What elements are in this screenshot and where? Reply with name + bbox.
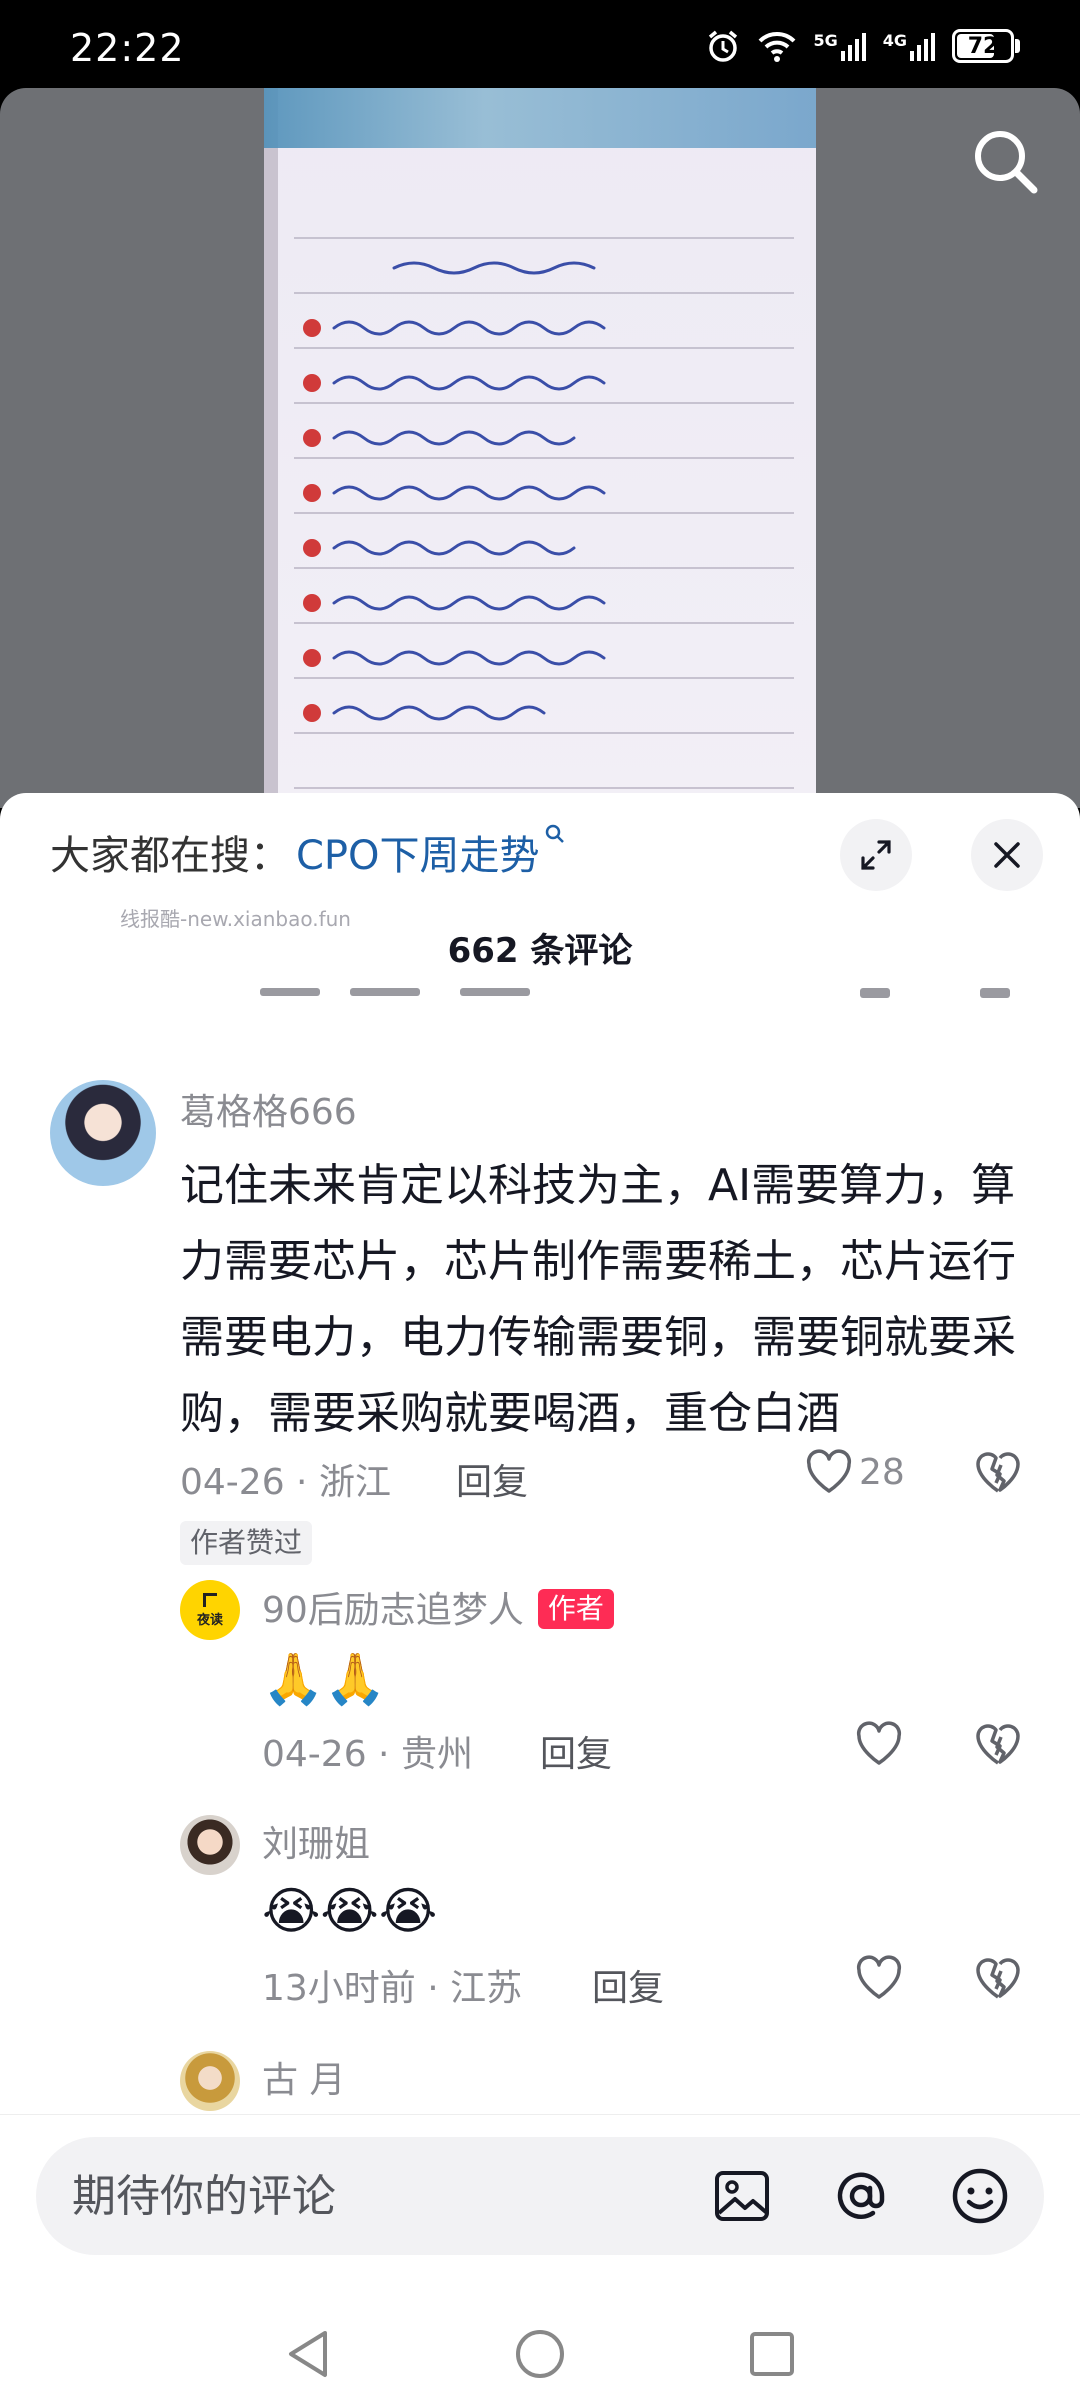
reply-button[interactable]: 回复 [456,1453,528,1505]
navigation-bar [0,2304,1080,2400]
broken-heart-icon [976,1452,1020,1493]
flag-icon [203,1592,217,1607]
avatar[interactable] [180,1815,240,1875]
close-button[interactable] [971,819,1043,891]
video-notebook-image [264,88,816,808]
avatar[interactable]: 夜读 [180,1580,240,1640]
wifi-icon [759,31,796,62]
signal-5g-label: 5G [813,31,838,50]
mention-button[interactable] [827,2162,895,2230]
at-icon [837,2172,885,2219]
close-icon [994,842,1020,868]
author-liked-tag: 作者赞过 [180,1521,313,1565]
signal-5g: 5G [813,31,866,61]
heart-icon [856,1955,902,1999]
fragment-glyphs [260,988,1010,998]
expand-icon [861,840,891,870]
video-player[interactable] [0,88,1080,808]
reply-button[interactable]: 回复 [592,1959,664,2011]
comment-sheet: 大家都在搜： CPO下周走势 线报酷-new.xianbao.fun 662 条评… [0,793,1080,2400]
like-button[interactable] [855,1721,903,1767]
comment-location: 浙江 [318,1462,391,1503]
home-icon [516,2330,564,2378]
image-icon [715,2171,769,2221]
signal-bars-icon [910,33,935,61]
avatar-label: 夜读 [196,1612,223,1628]
status-bar: 22:22 5G 4G 72 [0,0,1080,95]
battery: 72 [952,29,1020,63]
trending-prefix: 大家都在搜： [50,833,290,879]
trending-search[interactable]: 大家都在搜： CPO下周走势 [50,823,566,881]
heart-icon [806,1449,852,1493]
reply-username[interactable]: 古 月 [262,2051,345,2103]
home-button[interactable] [510,2324,570,2384]
reply-location: 贵州 [400,1734,473,1775]
image-button[interactable] [708,2162,776,2230]
comment-date: 04-26 [180,1462,285,1503]
author-badge: 作者 [537,1589,614,1629]
signal-4g-label: 4G [882,31,907,50]
comment-text: 记住未来肯定以科技为主，AI需要算力，算力需要芯片，芯片制作需要稀土，芯片运行需… [180,1160,1016,1439]
emoji-button[interactable] [946,2162,1014,2230]
notebook-lines [294,237,794,789]
alarm-icon [709,30,738,62]
comment-meta: 04-26 · 浙江 [180,1462,391,1503]
dislike-button[interactable] [974,1449,1022,1499]
comment-input-bar [0,2114,1080,2304]
battery-icon: 72 [952,29,1014,63]
like-button[interactable]: 28 [805,1449,905,1495]
dislike-button[interactable] [974,1721,1022,1771]
recents-button[interactable] [742,2324,802,2384]
battery-level: 72 [967,33,999,59]
expand-button[interactable] [840,819,912,891]
reply-date: 13小时前 [262,1968,416,2009]
reply-text: 😭😭😭 [262,1882,438,1940]
reply-username-text: 90后励志追梦人 [262,1590,524,1631]
signal-4g: 4G [883,31,936,61]
search-button[interactable] [966,122,1046,202]
battery-tip [1015,39,1020,53]
avatar[interactable] [50,1080,156,1186]
status-icons: 5G 4G 72 [705,28,1020,64]
reply-text: 🙏🙏 [262,1650,387,1708]
comment-count: 662 条评论 [447,931,633,971]
search-icon [975,131,1038,194]
reply-location: 江苏 [450,1968,523,2009]
back-icon [289,2331,327,2377]
broken-heart-icon [976,1958,1020,1999]
comment-input-container[interactable] [36,2137,1044,2255]
status-time: 22:22 [70,26,185,70]
emoji-icon [952,2168,1008,2224]
notebook-cover-edge [264,88,816,148]
reply-username[interactable]: 90后励志追梦人 作者 [262,1581,614,1633]
heart-icon [856,1721,902,1765]
reply-username[interactable]: 刘珊姐 [262,1815,370,1867]
like-count: 28 [859,1451,905,1493]
dislike-button[interactable] [974,1955,1022,2005]
back-button[interactable] [279,2324,339,2384]
like-button[interactable] [855,1955,903,2001]
recents-icon [750,2332,794,2376]
comment-username[interactable]: 葛格格666 [180,1083,357,1135]
signal-bars-icon [840,33,866,61]
trending-query[interactable]: CPO下周走势 [296,833,540,879]
previous-comment-fragment [260,988,1060,1010]
search-small-icon [545,824,564,843]
broken-heart-icon [976,1724,1020,1765]
reply-date: 04-26 [262,1734,367,1775]
reply-meta: 13小时前 · 江苏 [262,1968,523,2009]
reply-meta: 04-26 · 贵州 [262,1734,473,1775]
avatar[interactable] [180,2051,240,2111]
notebook-spine [264,88,278,808]
reply-button[interactable]: 回复 [540,1725,612,1777]
comment-input[interactable] [72,2137,692,2255]
